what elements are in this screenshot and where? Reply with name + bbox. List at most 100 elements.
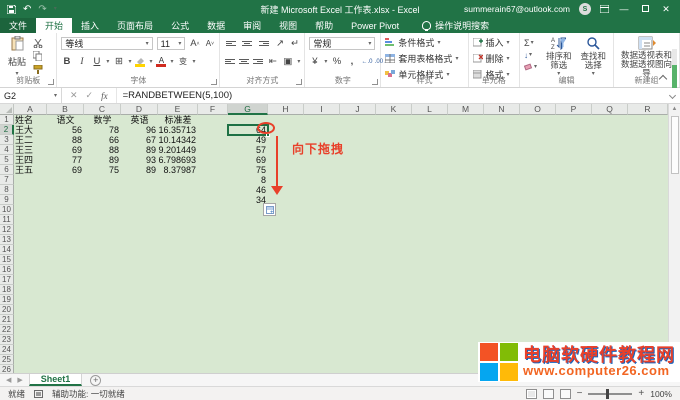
column-header-K[interactable]: K: [376, 104, 412, 115]
cell-C7[interactable]: [84, 175, 121, 185]
row-header-16[interactable]: 16: [0, 265, 14, 275]
increase-decimal-icon[interactable]: ←.0: [361, 56, 372, 68]
tell-me-search[interactable]: 操作说明搜索: [422, 18, 489, 33]
cell-E5[interactable]: 6.798693: [158, 155, 198, 165]
cell-B5[interactable]: 77: [47, 155, 84, 165]
column-header-P[interactable]: P: [556, 104, 592, 115]
copy-button[interactable]: [33, 51, 49, 61]
zoom-level[interactable]: 100%: [650, 389, 672, 399]
cell-G7[interactable]: 8: [228, 175, 268, 185]
column-header-L[interactable]: L: [412, 104, 448, 115]
cell-G8[interactable]: 46: [228, 185, 268, 195]
undo-button[interactable]: ↶: [23, 4, 31, 15]
cell-B6[interactable]: 69: [47, 165, 84, 175]
sheet-nav-left-icon[interactable]: ◀: [6, 376, 11, 384]
font-dialog-launcher[interactable]: [211, 79, 217, 85]
macro-record-icon[interactable]: [34, 390, 43, 398]
cell-E6[interactable]: 8.37987: [158, 165, 198, 175]
column-header-B[interactable]: B: [47, 104, 84, 115]
phonetic-guide-icon[interactable]: 变: [177, 56, 188, 68]
cell-F5[interactable]: [198, 155, 228, 165]
cell-D2[interactable]: 96: [121, 125, 158, 135]
number-format-select[interactable]: 常规▾: [309, 37, 375, 50]
sheet-nav-right-icon[interactable]: ▶: [17, 376, 22, 384]
cell-A4[interactable]: 王三: [14, 145, 47, 155]
row-header-14[interactable]: 14: [0, 245, 14, 255]
row-header-6[interactable]: 6: [0, 165, 14, 175]
cell-B1[interactable]: 语文: [47, 115, 84, 125]
cell-D8[interactable]: [121, 185, 158, 195]
redo-button[interactable]: ↷: [38, 4, 46, 15]
alignment-dialog-launcher[interactable]: [296, 79, 302, 85]
row-header-9[interactable]: 9: [0, 195, 14, 205]
qat-customize-icon[interactable]: ▾: [54, 7, 57, 11]
cell-C2[interactable]: 78: [84, 125, 121, 135]
cell-G4[interactable]: 57: [228, 145, 268, 155]
column-header-D[interactable]: D: [121, 104, 158, 115]
cell-F8[interactable]: [198, 185, 228, 195]
row-header-13[interactable]: 13: [0, 235, 14, 245]
font-name-select[interactable]: 等线▾: [61, 37, 152, 50]
row-header-1[interactable]: 1: [0, 115, 14, 125]
cell-G9[interactable]: 34: [228, 195, 268, 205]
row-header-3[interactable]: 3: [0, 135, 14, 145]
cell-D6[interactable]: 89: [121, 165, 158, 175]
enter-icon[interactable]: ✓: [86, 90, 94, 101]
formula-input[interactable]: =RANDBETWEEN(5,100): [117, 88, 233, 103]
bold-button[interactable]: B: [61, 56, 72, 68]
cell-D3[interactable]: 67: [121, 135, 158, 145]
cell-G6[interactable]: 75: [228, 165, 268, 175]
row-header-5[interactable]: 5: [0, 155, 14, 165]
ribbon-tab[interactable]: 页面布局: [108, 18, 162, 33]
cell-D7[interactable]: [121, 175, 158, 185]
cell-F3[interactable]: [198, 135, 228, 145]
row-header-2[interactable]: 2: [0, 125, 14, 135]
orientation-icon[interactable]: ↗: [274, 38, 285, 50]
row-header-15[interactable]: 15: [0, 255, 14, 265]
clipboard-dialog-launcher[interactable]: [48, 79, 54, 85]
cell-A5[interactable]: 王四: [14, 155, 47, 165]
align-left-icon[interactable]: [224, 56, 234, 67]
close-button[interactable]: ✕: [660, 4, 672, 15]
row-header-8[interactable]: 8: [0, 185, 14, 195]
cell-E9[interactable]: [158, 195, 198, 205]
decrease-font-icon[interactable]: A˅: [204, 38, 215, 50]
cell-B4[interactable]: 69: [47, 145, 84, 155]
cell-C1[interactable]: 数学: [84, 115, 121, 125]
row-header-23[interactable]: 23: [0, 335, 14, 345]
pivot-wizard-button[interactable]: 数据透视表和数据透视图向导: [618, 36, 675, 76]
increase-font-icon[interactable]: A˄: [189, 38, 200, 50]
cell-A3[interactable]: 王二: [14, 135, 47, 145]
cell-E8[interactable]: [158, 185, 198, 195]
ribbon-scrollbar[interactable]: [672, 49, 677, 89]
cell-D4[interactable]: 89: [121, 145, 158, 155]
row-header-20[interactable]: 20: [0, 305, 14, 315]
cell-A6[interactable]: 王五: [14, 165, 47, 175]
column-header-J[interactable]: J: [340, 104, 376, 115]
column-header-C[interactable]: C: [84, 104, 121, 115]
fill-color-icon[interactable]: [135, 57, 145, 67]
decrease-indent-icon[interactable]: ⇤: [267, 56, 278, 68]
column-header-I[interactable]: I: [304, 104, 340, 115]
cell-D1[interactable]: 英语: [121, 115, 158, 125]
cell-C4[interactable]: 88: [84, 145, 121, 155]
comma-style-icon[interactable]: ,: [346, 56, 357, 68]
new-sheet-button[interactable]: +: [90, 375, 101, 386]
view-page-break-button[interactable]: [560, 389, 571, 399]
merge-center-icon[interactable]: ▣: [282, 56, 293, 68]
autofill-options-button[interactable]: [263, 203, 276, 216]
cancel-icon[interactable]: ✕: [70, 90, 78, 101]
cell-C9[interactable]: [84, 195, 121, 205]
cell-C5[interactable]: 89: [84, 155, 121, 165]
align-right-icon[interactable]: [253, 56, 263, 67]
paste-button[interactable]: 粘贴 ▾: [4, 36, 30, 76]
column-header-H[interactable]: H: [268, 104, 304, 115]
clear-icon[interactable]: ▾: [524, 62, 540, 72]
italic-button[interactable]: I: [76, 56, 87, 68]
row-header-21[interactable]: 21: [0, 315, 14, 325]
row-header-24[interactable]: 24: [0, 345, 14, 355]
ribbon-tab[interactable]: Power Pivot: [342, 18, 408, 33]
column-header-F[interactable]: F: [198, 104, 228, 115]
ribbon-tab[interactable]: 视图: [270, 18, 306, 33]
sort-filter-button[interactable]: AZ 排序和筛选 ▾: [543, 36, 575, 76]
